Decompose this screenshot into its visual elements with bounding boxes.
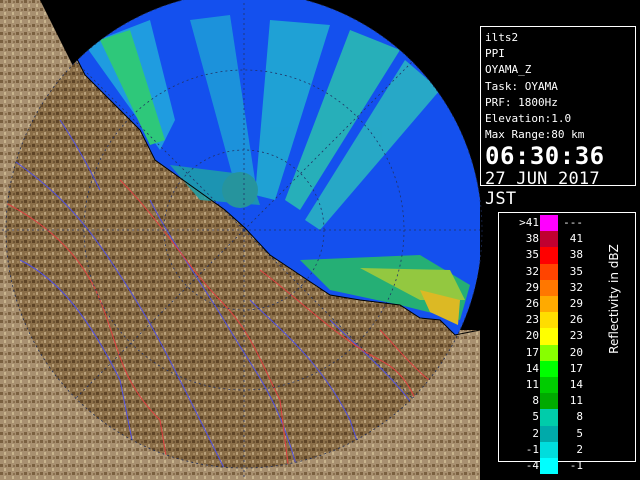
legend-low-value: 2 bbox=[532, 426, 539, 440]
info-task: Task: OYAMA bbox=[485, 79, 558, 93]
legend-row: 29 32 bbox=[499, 279, 599, 296]
legend-color-swatch bbox=[540, 441, 558, 458]
color-legend: >41 --- 38 41 35 38 32 35 29 32 26 29 23 26 20 23 17 20 14… bbox=[498, 212, 636, 475]
legend-high-value: 14 bbox=[569, 378, 583, 391]
legend-high-value: 5 bbox=[576, 426, 583, 440]
info-max-range: Max Range:80 km bbox=[485, 128, 585, 142]
info-prf: PRF: 1800Hz bbox=[485, 95, 558, 109]
legend-row: 35 38 bbox=[499, 247, 599, 264]
legend-row: -1 2 bbox=[499, 441, 599, 458]
observation-time: 06:30:36 bbox=[485, 142, 605, 171]
legend-row: 26 29 bbox=[499, 296, 599, 313]
legend-low-value: 35 bbox=[525, 248, 539, 262]
legend-high-value: 32 bbox=[569, 280, 583, 294]
legend-row: 32 35 bbox=[499, 263, 599, 280]
legend-low-value: 14 bbox=[525, 361, 539, 375]
legend-row: 14 17 bbox=[499, 360, 599, 377]
legend-row: >41 --- bbox=[499, 215, 599, 232]
legend-title: Reflectivity in dBZ bbox=[607, 244, 621, 354]
legend-high-value: -1 bbox=[569, 459, 583, 472]
legend-high-value: 26 bbox=[569, 313, 583, 327]
legend-row: 23 26 bbox=[499, 312, 599, 329]
legend-high-value: 41 bbox=[569, 232, 583, 246]
legend-low-value: -1 bbox=[525, 442, 539, 456]
legend-color-swatch bbox=[540, 360, 558, 377]
legend-color-swatch bbox=[540, 296, 558, 313]
legend-high-value: 29 bbox=[569, 297, 583, 310]
legend-high-value: --- bbox=[563, 216, 583, 229]
legend-row: 38 41 bbox=[499, 231, 599, 248]
info-elevation: Elevation:1.0 bbox=[485, 111, 572, 125]
legend-high-value: 8 bbox=[576, 410, 583, 424]
legend-row: 20 23 bbox=[499, 328, 599, 345]
legend-low-value: >41 bbox=[519, 216, 539, 229]
legend-color-swatch bbox=[540, 377, 558, 394]
legend-row: 11 14 bbox=[499, 377, 599, 394]
legend-color-swatch bbox=[540, 312, 558, 329]
legend-low-value: 32 bbox=[525, 264, 539, 278]
legend-row: 58 bbox=[499, 409, 599, 426]
info-site-name: ilts2 bbox=[485, 31, 519, 44]
info-product: OYAMA_Z bbox=[485, 63, 532, 77]
legend-high-value: 23 bbox=[569, 329, 583, 343]
legend-color-swatch bbox=[540, 393, 558, 410]
info-scan-mode: PPI bbox=[485, 47, 505, 61]
legend-color-swatch bbox=[540, 328, 558, 345]
legend-color-swatch bbox=[540, 425, 558, 442]
legend-row: 8 11 bbox=[499, 393, 599, 410]
legend-high-value: 2 bbox=[576, 442, 583, 456]
legend-high-value: 35 bbox=[569, 264, 583, 278]
legend-low-value: 5 bbox=[532, 410, 539, 424]
legend-low-value: 11 bbox=[525, 378, 539, 391]
radar-info-panel: ilts2 PPI OYAMA_Z Task: OYAMA PRF: 1800H… bbox=[480, 26, 636, 209]
legend-low-value: 23 bbox=[525, 313, 539, 327]
legend-color-swatch bbox=[540, 215, 558, 232]
legend-color-swatch bbox=[540, 231, 558, 248]
legend-color-swatch bbox=[540, 263, 558, 280]
legend-low-value: 26 bbox=[525, 297, 539, 310]
legend-high-value: 20 bbox=[569, 345, 583, 359]
legend-row: 17 20 bbox=[499, 344, 599, 361]
legend-low-value: 20 bbox=[525, 329, 539, 343]
legend-low-value: 38 bbox=[525, 232, 539, 246]
legend-color-swatch bbox=[540, 409, 558, 426]
legend-high-value: 17 bbox=[569, 361, 583, 375]
legend-low-value: 29 bbox=[525, 280, 539, 294]
legend-high-value: 11 bbox=[569, 394, 583, 408]
legend-color-swatch bbox=[540, 279, 558, 296]
legend-color-swatch bbox=[540, 247, 558, 264]
legend-color-swatch bbox=[540, 458, 558, 475]
legend-low-value: -4 bbox=[525, 459, 539, 472]
legend-row: 25 bbox=[499, 425, 599, 442]
legend-low-value: 8 bbox=[532, 394, 539, 408]
legend-color-swatch bbox=[540, 344, 558, 361]
legend-high-value: 38 bbox=[569, 248, 583, 262]
legend-row: -4 -1 bbox=[499, 458, 599, 475]
legend-low-value: 17 bbox=[525, 345, 539, 359]
